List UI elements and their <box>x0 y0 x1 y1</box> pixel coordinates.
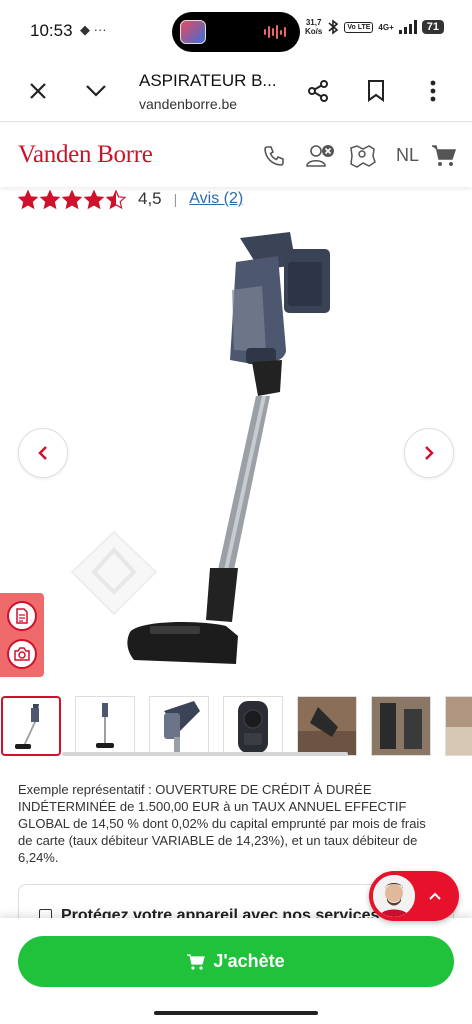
site-header: Vanden Borre NL <box>0 123 472 187</box>
chevron-up-icon <box>429 892 441 900</box>
rating-stars <box>18 189 126 209</box>
credit-disclaimer: Exemple représentatif : OUVERTURE DE CRÉ… <box>18 782 426 865</box>
buy-button-label: J'achète <box>213 951 285 971</box>
thumbnail-image <box>372 697 430 755</box>
thumbnail-image <box>298 697 356 755</box>
chevron-down-icon <box>86 85 106 97</box>
close-button[interactable] <box>19 72 57 110</box>
collapse-button[interactable] <box>77 72 115 110</box>
bookmark-button[interactable] <box>357 72 395 110</box>
agent-portrait <box>373 875 415 917</box>
thumbnail-7[interactable] <box>445 696 472 756</box>
camera-icon <box>14 647 30 661</box>
thumbnail-1[interactable] <box>1 696 61 756</box>
chat-button[interactable] <box>369 871 459 921</box>
product-image[interactable] <box>0 220 472 690</box>
star-icon <box>106 189 126 209</box>
more-options-button[interactable] <box>414 72 452 110</box>
speed-value: 31,7 <box>305 18 322 27</box>
star-icon <box>62 189 82 209</box>
star-icon <box>18 189 38 209</box>
audio-wave-icon <box>264 24 286 40</box>
status-right-icons: 31,7 Ko/s Vo LTE 4G+ 71 <box>305 18 444 36</box>
phone-icon <box>264 146 284 166</box>
media-pill[interactable] <box>172 12 300 52</box>
thumbnail-image <box>446 697 472 755</box>
home-indicator[interactable] <box>154 1011 318 1015</box>
thumbnail-image <box>164 701 200 753</box>
page-title: ASPIRATEUR B... <box>139 71 277 90</box>
thumbnail-image <box>96 703 114 748</box>
thumbnail-image <box>238 701 268 753</box>
store-locator-icon <box>350 145 376 168</box>
thumbnail-4[interactable] <box>223 696 283 756</box>
phone-button[interactable] <box>259 141 289 171</box>
chevron-left-icon <box>38 446 47 460</box>
network-speed: 31,7 Ko/s <box>305 18 322 36</box>
cart-button[interactable] <box>429 141 459 171</box>
status-bar: 10:53 ◆ ··· 31,7 Ko/s Vo LTE 4G+ 71 <box>0 0 472 60</box>
site-logo[interactable]: Vanden Borre <box>18 141 153 169</box>
previous-image-button[interactable] <box>18 428 68 478</box>
watermark-logo <box>70 530 158 616</box>
chevron-right-icon <box>425 446 434 460</box>
battery-level: 71 <box>421 20 444 34</box>
document-button[interactable] <box>7 601 37 631</box>
side-tools <box>0 593 44 677</box>
page-url[interactable]: vandenborre.be <box>139 96 237 112</box>
thumbnail-scrollbar[interactable] <box>62 752 348 756</box>
more-vertical-icon <box>430 80 436 102</box>
chat-avatar <box>371 873 417 919</box>
rating-separator: | <box>173 191 178 207</box>
buy-button[interactable]: J'achète <box>18 936 454 987</box>
store-locator-button[interactable] <box>347 141 377 171</box>
thumbnail-2[interactable] <box>75 696 135 756</box>
cart-icon <box>187 953 206 970</box>
share-icon <box>308 80 328 102</box>
document-icon <box>16 608 28 624</box>
signal-icon <box>398 20 417 34</box>
media-thumbnail <box>180 20 206 44</box>
account-button[interactable] <box>305 141 335 171</box>
thumbnail-strip <box>0 696 472 758</box>
product-gallery[interactable] <box>0 220 472 690</box>
next-image-button[interactable] <box>404 428 454 478</box>
star-icon <box>84 189 104 209</box>
network-type: 4G+ <box>378 22 394 32</box>
status-notification-icons: ◆ ··· <box>80 22 107 37</box>
volte-badge: Vo LTE <box>344 21 374 33</box>
browser-toolbar: ASPIRATEUR B... vandenborre.be <box>0 60 472 122</box>
close-icon <box>30 83 46 99</box>
cart-icon <box>432 145 457 166</box>
share-button[interactable] <box>299 72 337 110</box>
thumbnail-5[interactable] <box>297 696 357 756</box>
speed-unit: Ko/s <box>304 27 323 36</box>
star-icon <box>40 189 60 209</box>
thumbnail-6[interactable] <box>371 696 431 756</box>
account-icon <box>306 145 334 167</box>
bluetooth-icon <box>328 19 339 35</box>
thumbnail-3[interactable] <box>149 696 209 756</box>
status-time: 10:53 <box>30 21 73 40</box>
reviews-link[interactable]: Avis (2) <box>189 190 243 208</box>
bookmark-icon <box>368 80 384 102</box>
camera-button[interactable] <box>7 639 37 669</box>
language-switch[interactable]: NL <box>396 145 419 166</box>
product-rating: 4,5 | Avis (2) <box>18 186 243 212</box>
buy-bar: J'achète <box>0 918 472 1024</box>
thumbnail-image <box>15 704 39 749</box>
rating-value: 4,5 <box>138 189 162 208</box>
